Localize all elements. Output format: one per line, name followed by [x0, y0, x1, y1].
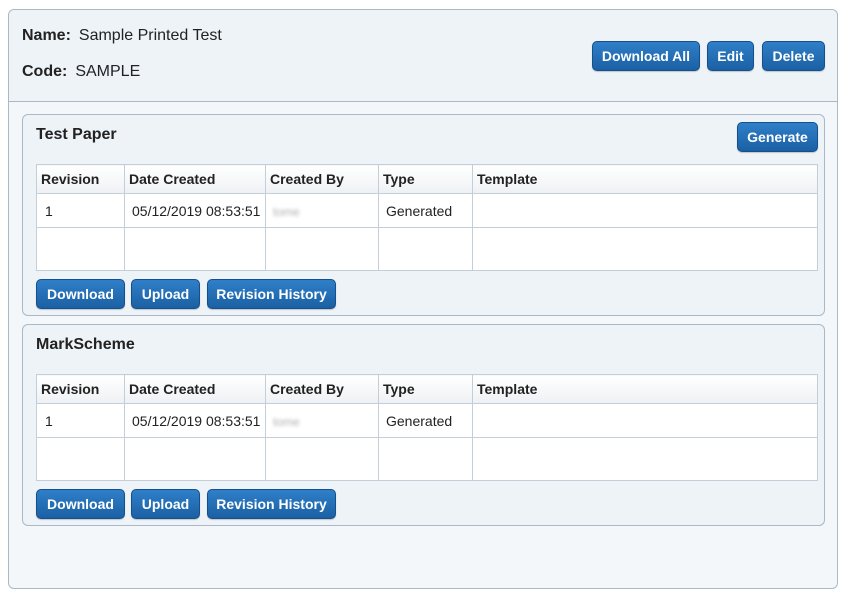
markscheme-panel: MarkScheme Revision Date Created Created…	[22, 324, 825, 526]
column-header-created-by[interactable]: Created By	[265, 164, 379, 194]
code-value: SAMPLE	[75, 63, 141, 80]
column-header-date-created[interactable]: Date Created	[124, 164, 266, 194]
column-header-created-by[interactable]: Created By	[265, 374, 379, 404]
markscheme-revision-history-button[interactable]: Revision History	[207, 489, 336, 519]
revision-cell: 1	[36, 193, 125, 228]
generate-button[interactable]: Generate	[737, 122, 818, 152]
delete-button[interactable]: Delete	[762, 41, 825, 71]
download-all-button[interactable]: Download All	[592, 41, 700, 71]
name-field: Name: Sample Printed Test	[22, 27, 222, 45]
created-by-cell: tome	[265, 193, 379, 228]
table-row[interactable]: 1 05/12/2019 08:53:51 tome Generated	[36, 403, 818, 438]
created-by-value: tome	[273, 204, 300, 219]
markscheme-upload-button[interactable]: Upload	[131, 489, 200, 519]
template-cell	[472, 193, 818, 228]
created-by-cell: tome	[265, 403, 379, 438]
markscheme-revisions-table: Revision Date Created Created By Type Te…	[36, 374, 818, 481]
revision-cell: 1	[36, 403, 125, 438]
test-details-container: Name: Sample Printed Test Code: SAMPLE Dow…	[8, 9, 838, 589]
test-paper-revision-history-button[interactable]: Revision History	[207, 279, 336, 309]
type-cell: Generated	[378, 403, 473, 438]
name-value: Sample Printed Test	[78, 27, 222, 44]
code-field: Code: SAMPLE	[22, 63, 140, 81]
name-label: Name:	[22, 27, 71, 44]
column-header-template[interactable]: Template	[472, 374, 818, 404]
edit-button[interactable]: Edit	[707, 41, 754, 71]
column-header-date-created[interactable]: Date Created	[124, 374, 266, 404]
type-cell: Generated	[378, 193, 473, 228]
column-header-type[interactable]: Type	[378, 164, 473, 194]
code-label: Code:	[22, 63, 68, 80]
empty-table-row	[36, 437, 818, 481]
test-paper-revisions-table: Revision Date Created Created By Type Te…	[36, 164, 818, 271]
table-header-row: Revision Date Created Created By Type Te…	[36, 374, 818, 404]
column-header-template[interactable]: Template	[472, 164, 818, 194]
column-header-type[interactable]: Type	[378, 374, 473, 404]
test-paper-title: Test Paper	[36, 126, 117, 143]
test-paper-upload-button[interactable]: Upload	[131, 279, 200, 309]
date-created-cell: 05/12/2019 08:53:51	[124, 403, 266, 438]
created-by-value: tome	[273, 414, 300, 429]
table-row[interactable]: 1 05/12/2019 08:53:51 tome Generated	[36, 193, 818, 228]
empty-table-row	[36, 227, 818, 271]
column-header-revision[interactable]: Revision	[36, 164, 125, 194]
template-cell	[472, 403, 818, 438]
markscheme-download-button[interactable]: Download	[36, 489, 125, 519]
date-created-cell: 05/12/2019 08:53:51	[124, 193, 266, 228]
test-paper-panel: Test Paper Generate Revision Date Create…	[22, 114, 825, 316]
table-header-row: Revision Date Created Created By Type Te…	[36, 164, 818, 194]
column-header-revision[interactable]: Revision	[36, 374, 125, 404]
markscheme-title: MarkScheme	[36, 336, 135, 353]
test-paper-download-button[interactable]: Download	[36, 279, 125, 309]
test-header: Name: Sample Printed Test Code: SAMPLE Dow…	[9, 10, 837, 102]
